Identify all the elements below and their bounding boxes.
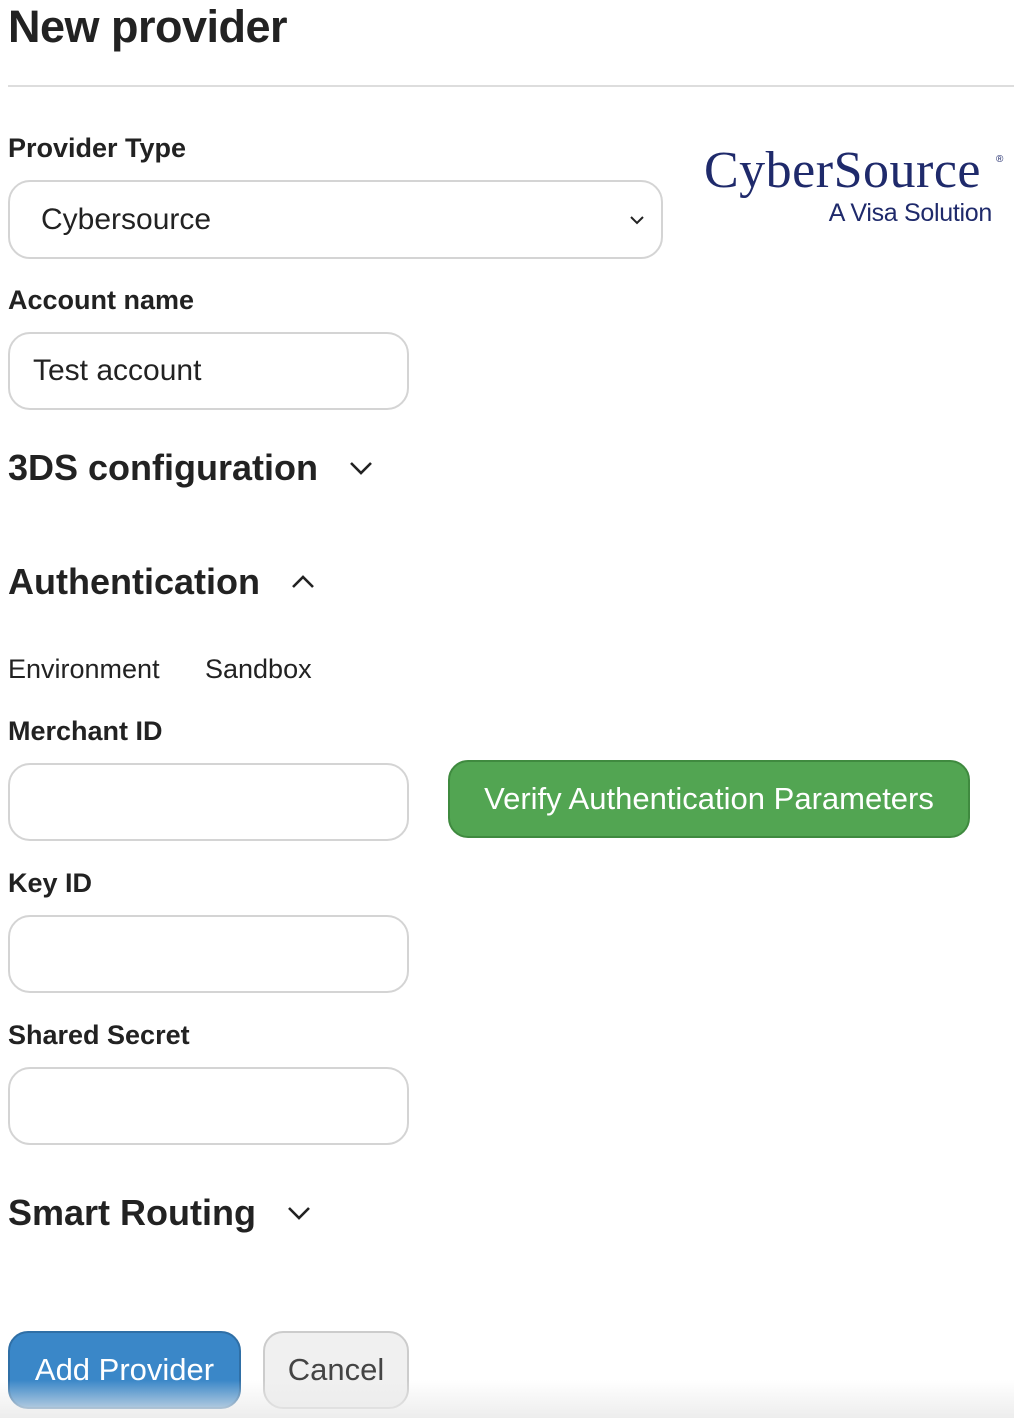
cybersource-logo: CyberSource ® A Visa Solution [704, 140, 1006, 232]
provider-type-label: Provider Type [8, 133, 187, 163]
section-authentication-title: Authentication [8, 561, 260, 602]
account-name-input[interactable] [8, 332, 409, 410]
cancel-button[interactable]: Cancel [263, 1331, 409, 1409]
chevron-down-icon [630, 215, 644, 224]
chevron-down-icon [288, 1207, 310, 1220]
logo-registered-mark: ® [996, 154, 1004, 165]
chevron-down-icon [350, 462, 372, 475]
shared-secret-input[interactable] [8, 1067, 409, 1145]
shared-secret-label: Shared Secret [8, 1020, 190, 1050]
account-name-label: Account name [8, 285, 195, 315]
section-3ds-title: 3DS configuration [8, 447, 319, 488]
section-authentication[interactable]: Authentication [8, 560, 316, 604]
logo-wordmark: CyberSource [704, 142, 981, 199]
section-3ds-configuration[interactable]: 3DS configuration [8, 446, 374, 490]
chevron-up-icon [292, 575, 314, 588]
merchant-id-label: Merchant ID [8, 716, 163, 746]
add-provider-button[interactable]: Add Provider [8, 1331, 241, 1409]
verify-authentication-button[interactable]: Verify Authentication Parameters [448, 760, 970, 838]
page-title: New provider [8, 1, 288, 52]
section-smart-routing-title: Smart Routing [8, 1192, 256, 1233]
merchant-id-input[interactable] [8, 763, 409, 841]
section-smart-routing[interactable]: Smart Routing [8, 1191, 312, 1235]
logo-tagline: A Visa Solution [828, 199, 993, 227]
environment-label: Environment [8, 654, 160, 684]
key-id-input[interactable] [8, 915, 409, 993]
provider-type-value: Cybersource [41, 202, 212, 236]
provider-type-select[interactable]: Cybersource [8, 180, 663, 259]
title-divider [8, 85, 1014, 87]
key-id-label: Key ID [8, 868, 93, 898]
environment-value: Sandbox [205, 654, 312, 684]
